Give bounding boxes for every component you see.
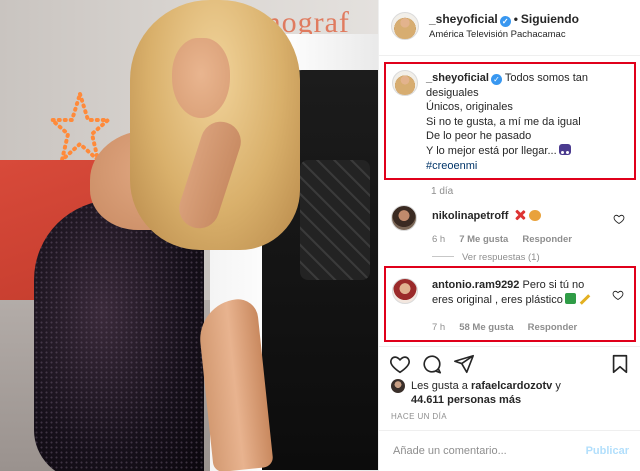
action-bar [379, 346, 640, 378]
header-separator: • [513, 12, 518, 26]
verified-badge-icon: ✓ [490, 74, 502, 85]
post-photo[interactable]: Escenograf [0, 0, 378, 471]
caption-line-2: Únicos, originales [426, 101, 513, 114]
quilted-car-seat [300, 160, 370, 280]
woman-face [172, 38, 230, 118]
share-icon[interactable] [453, 353, 475, 375]
reply-button[interactable]: Responder [522, 234, 572, 245]
likes-connector: y [555, 380, 561, 392]
comment-body: nikolinapetroff [432, 209, 542, 222]
likes-count[interactable]: 44.611 personas más [411, 394, 521, 406]
comment-avatar[interactable] [391, 205, 417, 231]
pencil-emoji-icon [579, 294, 591, 305]
caption-avatar[interactable] [392, 70, 418, 96]
likes-prefix: Les gusta a [411, 380, 468, 392]
liker-username[interactable]: rafaelcardozotv [471, 380, 552, 392]
caption-hashtag[interactable]: #creoenmi [426, 159, 631, 174]
tiger-emoji-icon [529, 210, 542, 221]
profile-avatar[interactable] [391, 12, 419, 40]
post-header: _sheyoficial ✓ • Siguiendo América Televisi… [379, 0, 640, 56]
add-comment-bar: Añade un comentario... Publicar [379, 430, 640, 471]
bookmark-icon[interactable] [609, 353, 631, 375]
caption-line-4: De lo peor he pasado [426, 130, 532, 143]
comment-time: 6 h [432, 234, 446, 245]
caption-line-3: Si no te gusta, a mí me da igual [426, 115, 581, 128]
header-username[interactable]: _sheyoficial [429, 12, 498, 26]
post-side-panel: _sheyoficial ✓ • Siguiendo América Televisi… [378, 0, 640, 471]
anger-emoji-icon [514, 209, 526, 221]
comment-icon[interactable] [421, 353, 443, 375]
add-comment-input[interactable]: Añade un comentario... [393, 445, 573, 457]
comment-body: antonio.ram9292 Pero si tú no eres origi… [432, 278, 602, 308]
caption-text: _sheyoficial ✓ Todos somos tan desiguales… [426, 71, 631, 173]
caption-username[interactable]: _sheyoficial [426, 72, 489, 84]
verified-badge-icon: ✓ [499, 16, 511, 27]
liker-avatar[interactable] [391, 379, 405, 393]
caption-line-5: Y lo mejor está por llegar... [426, 144, 557, 157]
comment-likes[interactable]: 7 Me gusta [459, 234, 508, 245]
instagram-post: Escenograf _sheyoficial ✓ • Siguiendo Améri… [0, 0, 640, 471]
header-user-line: _sheyoficial ✓ • Siguiendo [429, 12, 579, 27]
following-button[interactable]: Siguiendo [521, 12, 579, 26]
recycle-emoji-icon [564, 293, 576, 304]
post-timestamp: HACE UN DÍA [391, 412, 447, 421]
likes-text: Les gusta a rafaelcardozotv y 44.611 per… [411, 379, 631, 407]
comment-meta: 6 h 7 Me gusta Responder [432, 234, 586, 245]
replies-divider [432, 256, 454, 257]
publish-button[interactable]: Publicar [586, 445, 629, 457]
heart-icon[interactable] [389, 353, 411, 375]
comment-time: 7 h [432, 322, 446, 333]
caption-highlight-box: _sheyoficial ✓ Todos somos tan desiguales… [384, 62, 636, 180]
view-replies-label: Ver respuestas (1) [462, 252, 540, 263]
reply-button[interactable]: Responder [528, 322, 578, 333]
likes-summary: Les gusta a rafaelcardozotv y 44.611 per… [391, 378, 631, 408]
comment-like-heart-icon[interactable] [613, 213, 625, 225]
post-location[interactable]: América Televisión Pachacamac [429, 29, 566, 40]
comment-highlight-box: antonio.ram9292 Pero si tú no eres origi… [384, 266, 636, 342]
comment-item: nikolinapetroff 6 h 7 Me gusta Responder V… [379, 203, 640, 263]
caption-time: 1 día [431, 186, 454, 197]
comment-likes[interactable]: 58 Me gusta [459, 322, 513, 333]
comment-username[interactable]: nikolinapetroff [432, 210, 508, 222]
comment-avatar[interactable] [392, 278, 418, 304]
view-replies-link[interactable]: Ver respuestas (1) [432, 252, 540, 263]
pray-emoji-icon [558, 143, 571, 155]
comment-meta: 7 h 58 Me gusta Responder [432, 322, 591, 333]
comment-like-heart-icon[interactable] [612, 289, 624, 301]
comment-username[interactable]: antonio.ram9292 [432, 279, 519, 291]
